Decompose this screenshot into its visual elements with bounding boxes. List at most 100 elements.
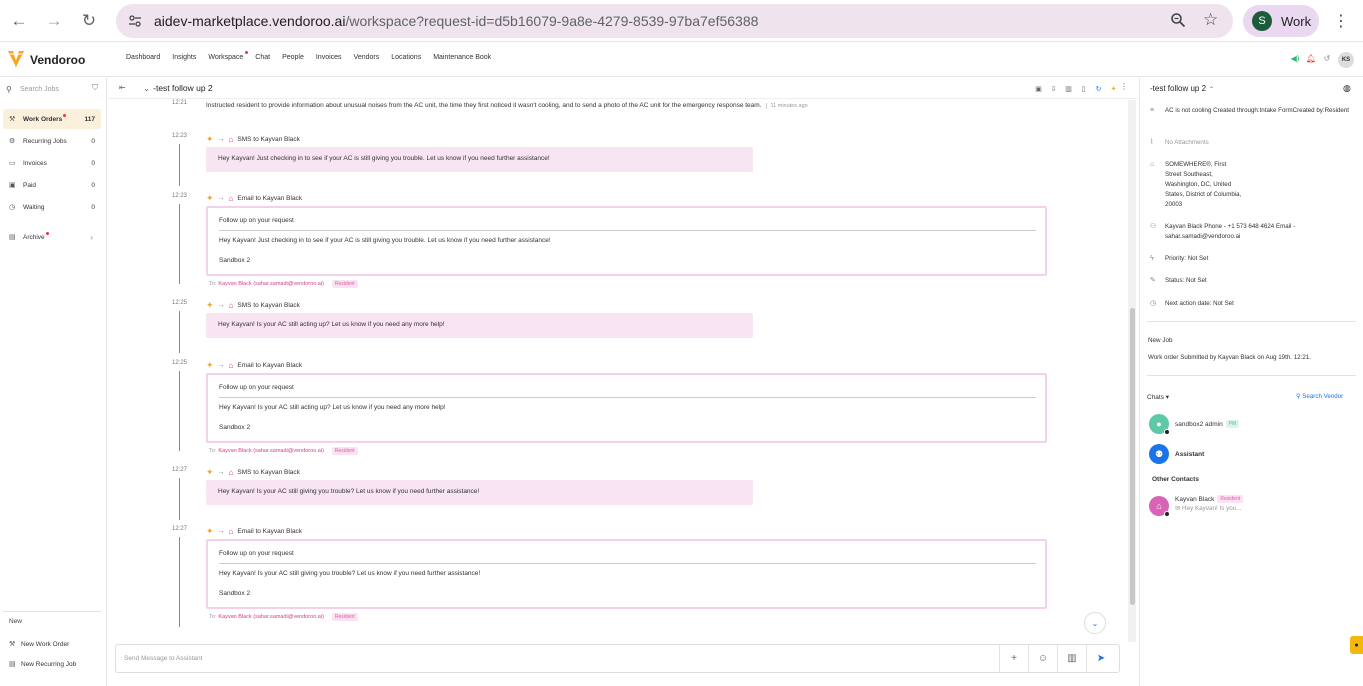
event-title: SMS to Kayvan Black [237,469,300,476]
sidebar-item-invoices[interactable]: ▭ Invoices 0 [3,153,101,173]
sidebar-item-waiting[interactable]: ◷ Waiting 0 [3,197,101,217]
sparkle-icon[interactable]: ✦ [1108,83,1119,94]
role-badge: Resident [331,280,358,288]
email-recipient: To: Kayvan Black (sahar.samadi@vendoroo.a… [209,280,358,288]
search-vendor-link[interactable]: ⚲ Search Vendor [1296,393,1343,400]
pencil-icon: ✎ [1150,277,1156,284]
attachments-text: No Attachments [1165,139,1209,146]
new-job-description: Work order Submitted by Kayvan Black on … [1148,354,1311,361]
nav-people[interactable]: People [282,54,304,61]
send-button[interactable]: ➤ [1086,645,1115,672]
bookmark-star-icon[interactable]: ☆ [1203,10,1221,29]
home-icon: ⌂ [228,361,234,370]
scroll-to-bottom-button[interactable]: ⌄ [1084,612,1106,634]
feedback-tab[interactable]: ● [1350,636,1363,654]
sidebar-item-archive[interactable]: ▤ Archive › [3,227,101,247]
details-divider [1147,321,1356,322]
chats-dropdown[interactable]: Chats ▾ [1147,393,1169,401]
next-action-field[interactable]: ◷ Next action date: Not Set [1150,299,1355,309]
emoji-button[interactable]: ☺ [1028,645,1057,672]
details-title-text: -test follow up 2 [1150,84,1207,93]
nav-insights[interactable]: Insights [172,54,196,61]
contact-name-row: Kayvan Black Resident [1175,495,1244,503]
recipient-address[interactable]: Kayvan Black (sahar.samadi@vendoroo.ai) [218,281,324,287]
sidebar-item-recurring-jobs[interactable]: ⚙ Recurring Jobs 0 [3,131,101,151]
home-icon: ⌂ [1150,161,1155,168]
logo[interactable]: Vendoroo [7,50,85,70]
new-job-label: New Job [1148,337,1173,344]
email-subject: Follow up on your request [219,550,294,557]
more-options-icon[interactable]: ⋮ [1120,82,1128,91]
site-settings-icon[interactable] [126,12,144,30]
refresh-icon[interactable]: ↻ [1093,83,1104,94]
new-recurring-job-button[interactable]: ▤ New Recurring Job [9,660,76,669]
timestamp: 12:21 [172,100,188,106]
nav-chat[interactable]: Chat [255,54,270,61]
home-icon: ⌂ [228,527,234,536]
nav-vendors[interactable]: Vendors [354,54,380,61]
filter-icon[interactable]: ⛉ [92,83,98,93]
address-line: SOMEWHERE®, First [1165,161,1227,168]
email-body: Hey Kayvan! Is your AC still acting up? … [219,404,446,411]
nav-locations[interactable]: Locations [391,54,421,61]
chat-contact-sandbox2-admin[interactable]: ● sandbox2 admin PM [1149,414,1240,435]
nav-invoices[interactable]: Invoices [316,54,342,61]
details-divider [1147,375,1356,376]
role-badge: PM [1225,420,1240,428]
timestamp: 12:25 [172,300,188,306]
search-icon: ⚲ [1296,393,1301,400]
recipient-address[interactable]: Kayvan Black (sahar.samadi@vendoroo.ai) [218,614,324,620]
scrollbar-thumb[interactable] [1130,308,1135,605]
archive-icon: ▤ [9,234,16,241]
add-attachment-button[interactable]: + [999,645,1028,672]
image-icon[interactable]: ▣ [1033,83,1044,94]
browser-toolbar: ← → ↻ aidev-marketplace.vendoroo.ai/work… [0,0,1363,42]
chevron-down-icon[interactable]: ⌄ [143,83,150,93]
forward-arrow-icon[interactable]: → [42,9,66,33]
chat-contact-kayvan-black[interactable]: ⌂ [1149,496,1170,517]
status-field[interactable]: ✎ Status: Not Set [1150,276,1355,286]
home-icon: ⌂ [228,468,234,477]
bell-icon[interactable]: 🔔︎ [1305,52,1317,64]
globe-icon[interactable]: ◍ [1343,83,1351,94]
collapse-sidebar-icon[interactable]: ⇤ [119,83,126,92]
search-jobs-input[interactable]: ⚲ Search Jobs ⛉ [6,82,102,96]
nav-workspace[interactable]: Workspace [208,51,249,61]
details-title[interactable]: -test follow up 2 ⌃ [1150,84,1214,93]
panel-icon[interactable]: ▯ [1078,83,1089,94]
browser-menu-icon[interactable]: ⋮ [1330,10,1352,32]
nav-maintenance-book[interactable]: Maintenance Book [433,54,491,61]
left-sidebar: ⚲ Search Jobs ⛉ ⚒ Work Orders 117 ⚙ Recu… [0,78,107,686]
email-signature: Sandbox 2 [219,257,251,264]
top-navigation: Dashboard Insights Workspace Chat People… [126,51,503,61]
profile-button[interactable]: S Work [1243,5,1319,37]
email-subject: Follow up on your request [219,384,294,391]
zoom-icon[interactable] [1170,12,1188,30]
chat-contact-assistant[interactable]: ⚉ Assistant [1149,444,1204,464]
workspace-main: ⇤ ⌄ -test follow up 2 ▣ ⇩ ▥ ▯ ↻ ✦ ⋮ 12:21… [108,78,1138,686]
search-icon: ⚲ [6,84,12,94]
book-icon[interactable]: ▥ [1063,83,1074,94]
url-text[interactable]: aidev-marketplace.vendoroo.ai/workspace?… [154,13,758,29]
sidebar-item-paid[interactable]: ▣ Paid 0 [3,175,101,195]
avatar: ● [1149,414,1170,435]
recipient-address[interactable]: Kayvan Black (sahar.samadi@vendoroo.ai) [218,448,324,454]
message-composer[interactable]: Send Message to Assistant + ☺ ▥ ➤ [115,644,1120,673]
address-bar[interactable]: aidev-marketplace.vendoroo.ai/workspace?… [116,4,1233,38]
profile-label: Work [1281,13,1312,29]
speaker-icon[interactable]: ◀) [1289,52,1301,64]
user-avatar[interactable]: KS [1338,52,1354,68]
download-icon[interactable]: ⇩ [1048,83,1059,94]
new-work-order-button[interactable]: ⚒ New Work Order [9,640,69,649]
sidebar-item-work-orders[interactable]: ⚒ Work Orders 117 [3,109,101,129]
notification-dot [45,231,49,235]
nav-dashboard[interactable]: Dashboard [126,54,160,61]
history-icon[interactable]: ↺ [1321,52,1333,64]
timestamp: 12:27 [172,526,188,532]
reload-icon[interactable]: ↻ [77,9,101,33]
email-recipient: To: Kayvan Black (sahar.samadi@vendoroo.a… [209,447,358,455]
back-arrow-icon[interactable]: ← [7,9,31,33]
template-button[interactable]: ▥ [1057,645,1086,672]
sidebar-item-count: 117 [84,115,96,123]
priority-field[interactable]: ϟ Priority: Not Set [1150,254,1355,264]
